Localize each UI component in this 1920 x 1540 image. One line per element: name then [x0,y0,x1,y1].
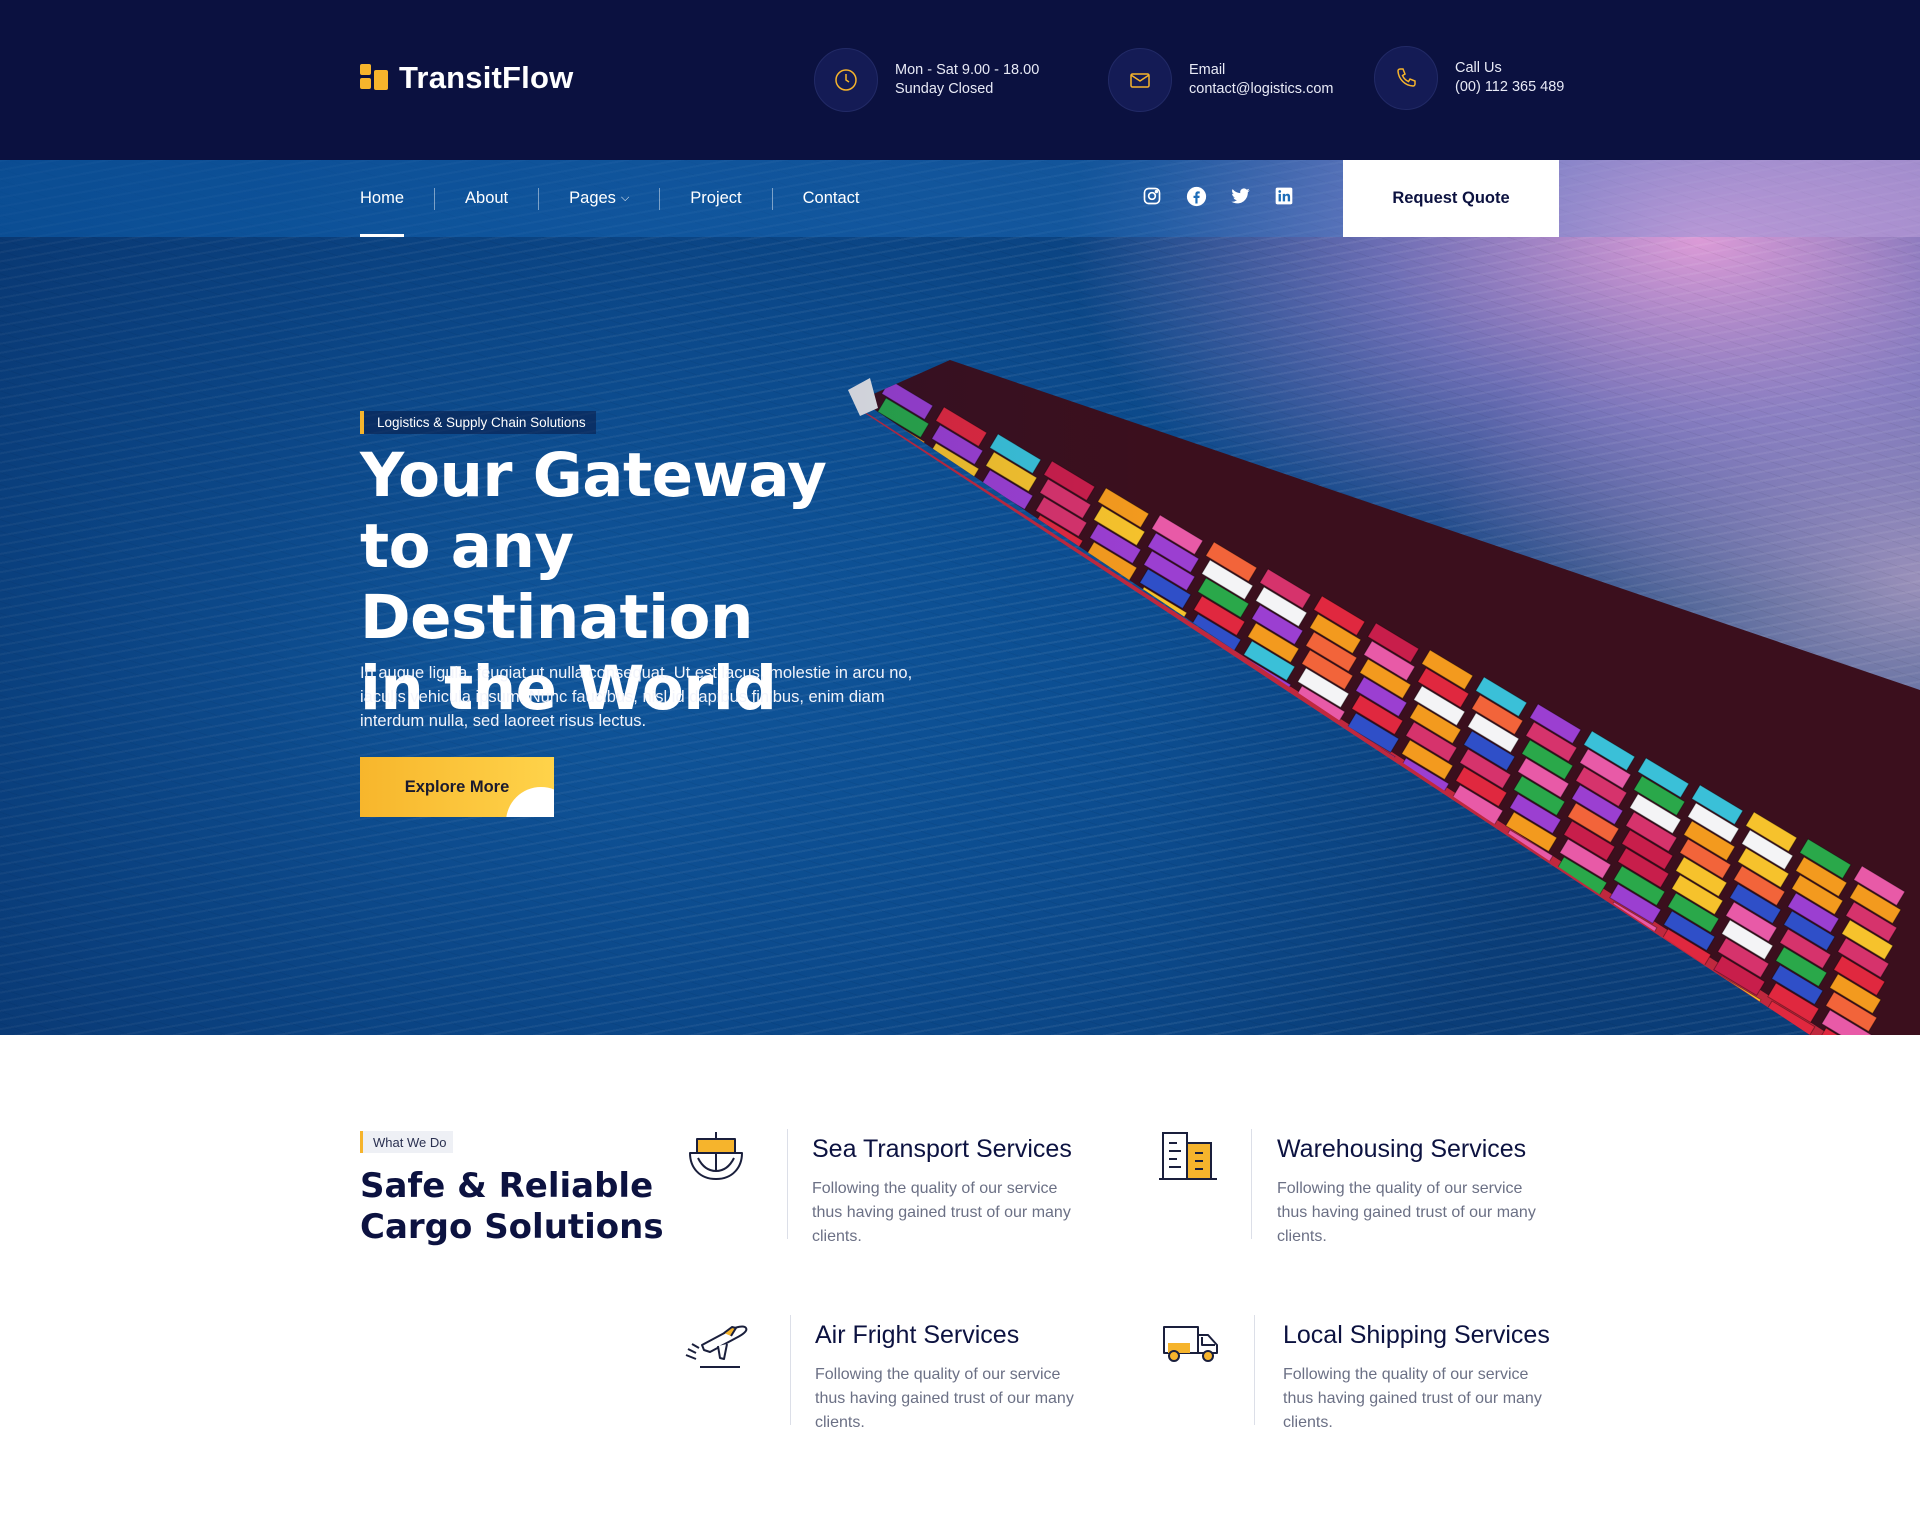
warehouse-icon [1157,1129,1237,1199]
services-section: What We Do Safe & Reliable Cargo Solutio… [0,1035,1920,1540]
brand-name: TransitFlow [399,60,574,95]
nav-divider [434,187,436,210]
hero-description: In augue ligula, feugiat ut nulla conseq… [360,664,913,730]
nav-home[interactable]: Home [360,160,405,237]
service-description: Following the quality of our service thu… [1283,1366,1542,1431]
hero-section: Home About Pages ⌵ Project Contact Reque… [0,160,1920,1035]
service-title: Local Shipping Services [1283,1321,1550,1349]
email-value[interactable]: contact@logistics.com [1189,80,1333,99]
airplane-icon [684,1315,764,1385]
section-title-line: Safe & Reliable [360,1166,654,1206]
instagram-icon[interactable] [1140,184,1164,208]
nav-project[interactable]: Project [690,160,741,237]
hours-line-1: Mon - Sat 9.00 - 18.00 [895,62,1040,78]
phone-label: Call Us [1455,60,1502,76]
nav-divider [659,187,661,210]
service-description: Following the quality of our service thu… [815,1366,1074,1431]
service-title: Warehousing Services [1277,1135,1527,1163]
request-quote-button[interactable]: Request Quote [1343,160,1559,237]
nav-divider [538,187,540,210]
opening-hours: Mon - Sat 9.00 - 18.00 Sunday Closed [814,48,1039,112]
nav-pages[interactable]: Pages ⌵ [569,160,629,237]
brand-logo[interactable]: TransitFlow [360,60,573,96]
section-tag: What We Do [360,1131,454,1153]
email-label: Email [1189,62,1226,78]
truck-icon [1160,1315,1240,1385]
nav-contact[interactable]: Contact [803,160,860,237]
mail-icon [1108,48,1172,112]
nav-pages-label: Pages [569,189,616,207]
main-nav-bar: Home About Pages ⌵ Project Contact Reque… [0,160,1920,237]
ship-icon [685,1129,765,1199]
twitter-icon[interactable] [1228,184,1252,208]
hero-tag: Logistics & Supply Chain Solutions [360,411,596,434]
service-description: Following the quality of our service thu… [812,1180,1071,1245]
email-info: Email contact@logistics.com [1108,48,1333,112]
service-description: Following the quality of our service thu… [1277,1180,1536,1245]
clock-icon [814,48,878,112]
hero-title-line: Your Gateway [360,440,827,511]
chevron-down-icon: ⌵ [620,192,630,204]
top-header: TransitFlow Mon - Sat 9.00 - 18.00 Sunda… [0,0,1920,160]
main-nav: Home About Pages ⌵ Project Contact [360,160,860,237]
explore-more-button[interactable]: Explore More [360,757,554,817]
linkedin-icon[interactable] [1272,184,1296,208]
logo-mark-icon [360,64,390,92]
nav-divider [771,187,773,210]
facebook-icon[interactable] [1184,184,1208,208]
service-title: Sea Transport Services [812,1135,1072,1163]
nav-about[interactable]: About [465,160,508,237]
explore-more-label: Explore More [404,777,510,796]
service-title: Air Fright Services [815,1321,1020,1349]
phone-info: Call Us (00) 112 365 489 [1374,46,1564,110]
section-title-line: Cargo Solutions [360,1207,664,1247]
hours-line-2: Sunday Closed [895,81,994,97]
phone-icon [1374,46,1438,110]
social-links [1140,184,1296,208]
hero-title-line: to any Destination [360,511,753,653]
section-title: Safe & Reliable Cargo Solutions [360,1166,680,1248]
phone-value[interactable]: (00) 112 365 489 [1455,78,1564,97]
